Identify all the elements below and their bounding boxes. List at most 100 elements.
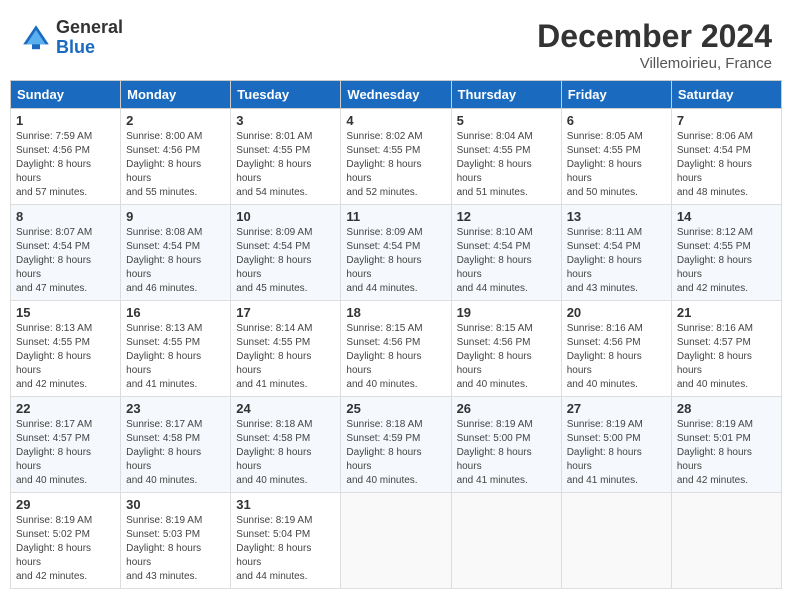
logo: General Blue [20, 18, 123, 58]
day-number: 28 [677, 401, 776, 416]
cell-info: Sunrise: 8:19 AM Sunset: 5:01 PM Dayligh… [677, 418, 776, 488]
logo-icon [20, 22, 52, 54]
cell-info: Sunrise: 7:59 AM Sunset: 4:56 PM Dayligh… [16, 130, 115, 200]
cell-info: Sunrise: 8:19 AM Sunset: 5:02 PM Dayligh… [16, 514, 115, 584]
calendar-cell: 27 Sunrise: 8:19 AM Sunset: 5:00 PM Dayl… [561, 397, 671, 493]
day-number: 24 [236, 401, 335, 416]
cell-info: Sunrise: 8:01 AM Sunset: 4:55 PM Dayligh… [236, 130, 335, 200]
column-header-monday: Monday [121, 81, 231, 109]
logo-blue-text: Blue [56, 38, 123, 58]
cell-info: Sunrise: 8:07 AM Sunset: 4:54 PM Dayligh… [16, 226, 115, 296]
day-number: 22 [16, 401, 115, 416]
page-header: General Blue December 2024 Villemoirieu,… [10, 10, 782, 72]
calendar-cell [671, 493, 781, 589]
column-header-tuesday: Tuesday [231, 81, 341, 109]
day-number: 2 [126, 113, 225, 128]
cell-info: Sunrise: 8:19 AM Sunset: 5:04 PM Dayligh… [236, 514, 335, 584]
calendar-cell: 8 Sunrise: 8:07 AM Sunset: 4:54 PM Dayli… [11, 205, 121, 301]
cell-info: Sunrise: 8:16 AM Sunset: 4:57 PM Dayligh… [677, 322, 776, 392]
day-number: 4 [346, 113, 445, 128]
calendar-table: SundayMondayTuesdayWednesdayThursdayFrid… [10, 80, 782, 589]
cell-info: Sunrise: 8:16 AM Sunset: 4:56 PM Dayligh… [567, 322, 666, 392]
day-number: 12 [457, 209, 556, 224]
cell-info: Sunrise: 8:18 AM Sunset: 4:58 PM Dayligh… [236, 418, 335, 488]
calendar-cell: 7 Sunrise: 8:06 AM Sunset: 4:54 PM Dayli… [671, 109, 781, 205]
cell-info: Sunrise: 8:19 AM Sunset: 5:00 PM Dayligh… [457, 418, 556, 488]
day-number: 29 [16, 497, 115, 512]
day-number: 8 [16, 209, 115, 224]
cell-info: Sunrise: 8:19 AM Sunset: 5:03 PM Dayligh… [126, 514, 225, 584]
cell-info: Sunrise: 8:02 AM Sunset: 4:55 PM Dayligh… [346, 130, 445, 200]
day-number: 26 [457, 401, 556, 416]
calendar-cell: 16 Sunrise: 8:13 AM Sunset: 4:55 PM Dayl… [121, 301, 231, 397]
calendar-week-row: 1 Sunrise: 7:59 AM Sunset: 4:56 PM Dayli… [11, 109, 782, 205]
calendar-cell: 25 Sunrise: 8:18 AM Sunset: 4:59 PM Dayl… [341, 397, 451, 493]
cell-info: Sunrise: 8:00 AM Sunset: 4:56 PM Dayligh… [126, 130, 225, 200]
calendar-cell [341, 493, 451, 589]
cell-info: Sunrise: 8:17 AM Sunset: 4:58 PM Dayligh… [126, 418, 225, 488]
calendar-cell: 9 Sunrise: 8:08 AM Sunset: 4:54 PM Dayli… [121, 205, 231, 301]
calendar-week-row: 15 Sunrise: 8:13 AM Sunset: 4:55 PM Dayl… [11, 301, 782, 397]
day-number: 11 [346, 209, 445, 224]
location: Villemoirieu, France [537, 55, 772, 72]
calendar-cell: 19 Sunrise: 8:15 AM Sunset: 4:56 PM Dayl… [451, 301, 561, 397]
cell-info: Sunrise: 8:19 AM Sunset: 5:00 PM Dayligh… [567, 418, 666, 488]
day-number: 14 [677, 209, 776, 224]
day-number: 1 [16, 113, 115, 128]
column-header-thursday: Thursday [451, 81, 561, 109]
cell-info: Sunrise: 8:13 AM Sunset: 4:55 PM Dayligh… [126, 322, 225, 392]
day-number: 31 [236, 497, 335, 512]
day-number: 13 [567, 209, 666, 224]
calendar-cell: 15 Sunrise: 8:13 AM Sunset: 4:55 PM Dayl… [11, 301, 121, 397]
column-header-friday: Friday [561, 81, 671, 109]
calendar-cell: 1 Sunrise: 7:59 AM Sunset: 4:56 PM Dayli… [11, 109, 121, 205]
cell-info: Sunrise: 8:04 AM Sunset: 4:55 PM Dayligh… [457, 130, 556, 200]
calendar-cell: 18 Sunrise: 8:15 AM Sunset: 4:56 PM Dayl… [341, 301, 451, 397]
calendar-cell: 4 Sunrise: 8:02 AM Sunset: 4:55 PM Dayli… [341, 109, 451, 205]
day-number: 25 [346, 401, 445, 416]
cell-info: Sunrise: 8:10 AM Sunset: 4:54 PM Dayligh… [457, 226, 556, 296]
calendar-week-row: 8 Sunrise: 8:07 AM Sunset: 4:54 PM Dayli… [11, 205, 782, 301]
calendar-cell: 3 Sunrise: 8:01 AM Sunset: 4:55 PM Dayli… [231, 109, 341, 205]
title-block: December 2024 Villemoirieu, France [537, 18, 772, 72]
day-number: 18 [346, 305, 445, 320]
day-number: 7 [677, 113, 776, 128]
cell-info: Sunrise: 8:13 AM Sunset: 4:55 PM Dayligh… [16, 322, 115, 392]
cell-info: Sunrise: 8:08 AM Sunset: 4:54 PM Dayligh… [126, 226, 225, 296]
calendar-cell: 26 Sunrise: 8:19 AM Sunset: 5:00 PM Dayl… [451, 397, 561, 493]
day-number: 27 [567, 401, 666, 416]
day-number: 3 [236, 113, 335, 128]
calendar-cell: 24 Sunrise: 8:18 AM Sunset: 4:58 PM Dayl… [231, 397, 341, 493]
calendar-cell: 23 Sunrise: 8:17 AM Sunset: 4:58 PM Dayl… [121, 397, 231, 493]
calendar-cell: 11 Sunrise: 8:09 AM Sunset: 4:54 PM Dayl… [341, 205, 451, 301]
calendar-cell: 14 Sunrise: 8:12 AM Sunset: 4:55 PM Dayl… [671, 205, 781, 301]
day-number: 16 [126, 305, 225, 320]
cell-info: Sunrise: 8:12 AM Sunset: 4:55 PM Dayligh… [677, 226, 776, 296]
calendar-cell: 22 Sunrise: 8:17 AM Sunset: 4:57 PM Dayl… [11, 397, 121, 493]
calendar-cell: 21 Sunrise: 8:16 AM Sunset: 4:57 PM Dayl… [671, 301, 781, 397]
calendar-cell: 12 Sunrise: 8:10 AM Sunset: 4:54 PM Dayl… [451, 205, 561, 301]
day-number: 5 [457, 113, 556, 128]
day-number: 20 [567, 305, 666, 320]
logo-text: General Blue [56, 18, 123, 58]
calendar-header-row: SundayMondayTuesdayWednesdayThursdayFrid… [11, 81, 782, 109]
calendar-cell: 5 Sunrise: 8:04 AM Sunset: 4:55 PM Dayli… [451, 109, 561, 205]
month-title: December 2024 [537, 18, 772, 55]
cell-info: Sunrise: 8:15 AM Sunset: 4:56 PM Dayligh… [346, 322, 445, 392]
calendar-week-row: 22 Sunrise: 8:17 AM Sunset: 4:57 PM Dayl… [11, 397, 782, 493]
column-header-wednesday: Wednesday [341, 81, 451, 109]
day-number: 30 [126, 497, 225, 512]
day-number: 19 [457, 305, 556, 320]
cell-info: Sunrise: 8:11 AM Sunset: 4:54 PM Dayligh… [567, 226, 666, 296]
calendar-cell: 31 Sunrise: 8:19 AM Sunset: 5:04 PM Dayl… [231, 493, 341, 589]
calendar-cell: 28 Sunrise: 8:19 AM Sunset: 5:01 PM Dayl… [671, 397, 781, 493]
day-number: 9 [126, 209, 225, 224]
cell-info: Sunrise: 8:09 AM Sunset: 4:54 PM Dayligh… [236, 226, 335, 296]
cell-info: Sunrise: 8:17 AM Sunset: 4:57 PM Dayligh… [16, 418, 115, 488]
day-number: 6 [567, 113, 666, 128]
calendar-cell: 2 Sunrise: 8:00 AM Sunset: 4:56 PM Dayli… [121, 109, 231, 205]
day-number: 10 [236, 209, 335, 224]
column-header-saturday: Saturday [671, 81, 781, 109]
calendar-week-row: 29 Sunrise: 8:19 AM Sunset: 5:02 PM Dayl… [11, 493, 782, 589]
day-number: 23 [126, 401, 225, 416]
